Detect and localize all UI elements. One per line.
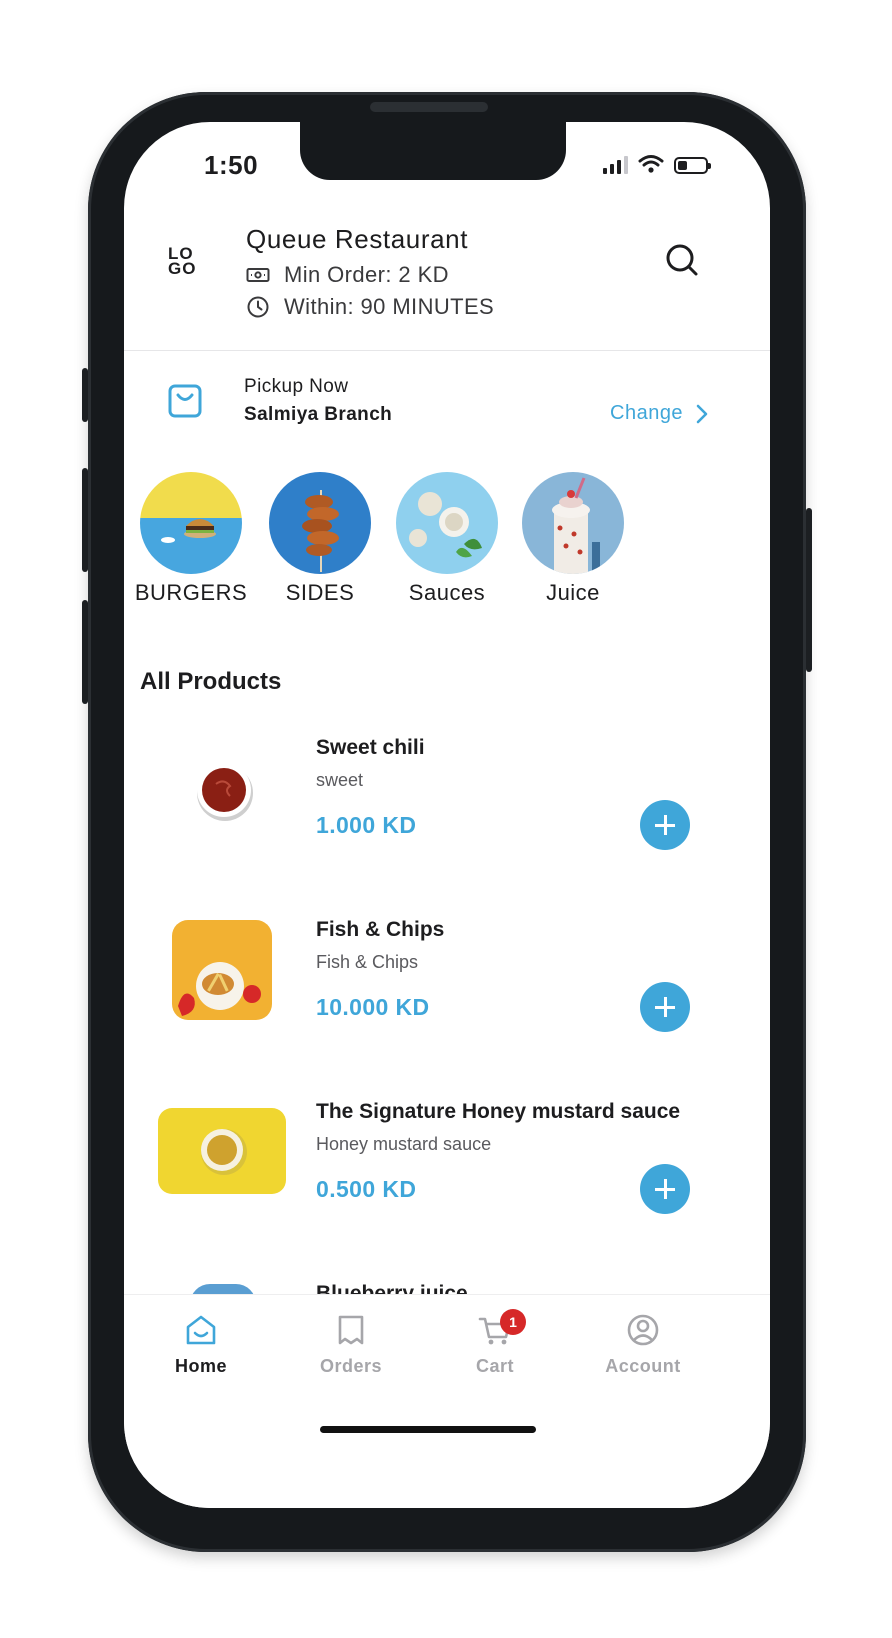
delivery-time-row: Within: 90 MINUTES bbox=[246, 294, 494, 320]
home-icon bbox=[186, 1315, 216, 1345]
category-burgers[interactable]: BURGERS bbox=[126, 472, 256, 606]
min-order-row: Min Order: 2 KD bbox=[246, 262, 449, 288]
tab-cart[interactable]: 1 Cart bbox=[420, 1309, 570, 1377]
product-price: 10.000 KD bbox=[316, 994, 430, 1020]
category-image-juice bbox=[522, 472, 624, 574]
product-image-honey-mustard bbox=[158, 1108, 286, 1194]
category-juice[interactable]: Juice bbox=[508, 472, 638, 606]
delivery-time-text: Within: 90 MINUTES bbox=[284, 294, 495, 319]
tab-home[interactable]: Home bbox=[126, 1313, 276, 1377]
product-name: Sweet chili bbox=[316, 736, 425, 759]
category-image-sauces bbox=[396, 472, 498, 574]
status-time: 1:50 bbox=[204, 150, 259, 180]
product-image-sweet-chili bbox=[194, 760, 256, 822]
category-label: SIDES bbox=[285, 580, 355, 605]
add-to-cart-button[interactable] bbox=[640, 1164, 690, 1214]
tab-orders[interactable]: Orders bbox=[276, 1313, 426, 1377]
category-label: Sauces bbox=[408, 580, 486, 605]
change-branch-link[interactable]: Change bbox=[610, 402, 709, 425]
tab-account[interactable]: Account bbox=[568, 1313, 718, 1377]
category-label: BURGERS bbox=[134, 580, 248, 605]
header-divider bbox=[124, 350, 770, 351]
product-card-sweet-chili[interactable]: Sweet chili sweet 1.000 KD bbox=[124, 736, 770, 896]
product-image-fish-chips bbox=[172, 920, 272, 1020]
search-icon bbox=[666, 244, 698, 276]
mute-switch bbox=[82, 368, 88, 422]
category-sauces[interactable]: Sauces bbox=[382, 472, 512, 606]
pickup-selector[interactable]: Pickup Now Salmiya Branch Change bbox=[124, 362, 770, 452]
category-label: Juice bbox=[546, 580, 600, 605]
product-price: 1.000 KD bbox=[316, 812, 417, 838]
category-image-sides bbox=[269, 472, 371, 574]
battery-icon bbox=[674, 157, 711, 174]
change-label: Change bbox=[610, 402, 684, 424]
product-description: Fish & Chips bbox=[316, 952, 419, 972]
product-name: Fish & Chips bbox=[316, 918, 445, 941]
min-order-text: Min Order: 2 KD bbox=[284, 262, 449, 287]
speaker-grille bbox=[370, 102, 488, 112]
product-name: The Signature Honey mustard sauce bbox=[316, 1100, 681, 1123]
logo-text-bottom: GO bbox=[168, 259, 197, 278]
category-image-burgers bbox=[140, 472, 242, 574]
cellular-signal-icon bbox=[603, 154, 628, 174]
home-indicator[interactable] bbox=[320, 1426, 536, 1433]
product-card-honey-mustard[interactable]: The Signature Honey mustard sauce Honey … bbox=[124, 1100, 770, 1260]
add-to-cart-button[interactable] bbox=[640, 982, 690, 1032]
clock-icon bbox=[247, 296, 269, 318]
status-icons bbox=[603, 154, 711, 174]
restaurant-header: LO GO Queue Restaurant Min Order: 2 KD W… bbox=[124, 218, 770, 348]
product-description: Honey mustard sauce bbox=[316, 1134, 492, 1154]
account-icon bbox=[627, 1314, 659, 1346]
chevron-right-icon bbox=[696, 404, 708, 423]
tab-label: Cart bbox=[475, 1356, 514, 1376]
bottom-tab-bar: Home Orders 1 Cart Account bbox=[124, 1294, 770, 1508]
pickup-label: Pickup Now bbox=[244, 376, 349, 397]
tab-label: Orders bbox=[319, 1356, 383, 1376]
category-sides[interactable]: SIDES bbox=[255, 472, 385, 606]
shopping-bag-icon bbox=[168, 384, 202, 418]
restaurant-name: Queue Restaurant bbox=[246, 224, 469, 254]
branch-name: Salmiya Branch bbox=[244, 404, 393, 425]
add-to-cart-button[interactable] bbox=[640, 800, 690, 850]
category-list: BURGERS SIDES Sauces Juice bbox=[124, 472, 770, 622]
product-card-fish-chips[interactable]: Fish & Chips Fish & Chips 10.000 KD bbox=[124, 918, 770, 1078]
tab-label: Home bbox=[174, 1356, 227, 1376]
restaurant-logo: LO GO bbox=[168, 245, 208, 278]
power-button bbox=[806, 508, 812, 672]
wifi-icon bbox=[638, 155, 664, 173]
tab-label: Account bbox=[605, 1356, 681, 1376]
cash-icon bbox=[246, 268, 270, 282]
search-button[interactable] bbox=[664, 242, 700, 283]
notch bbox=[300, 122, 566, 180]
cart-badge: 1 bbox=[500, 1309, 526, 1335]
orders-icon bbox=[338, 1315, 364, 1345]
app-screen: 1:50 LO GO Queue Restaurant Min Order: 2… bbox=[124, 122, 770, 1508]
volume-down-button bbox=[82, 600, 88, 704]
all-products-title: All Products bbox=[140, 668, 282, 695]
product-description: sweet bbox=[316, 770, 364, 790]
volume-up-button bbox=[82, 468, 88, 572]
product-price: 0.500 KD bbox=[316, 1176, 417, 1202]
